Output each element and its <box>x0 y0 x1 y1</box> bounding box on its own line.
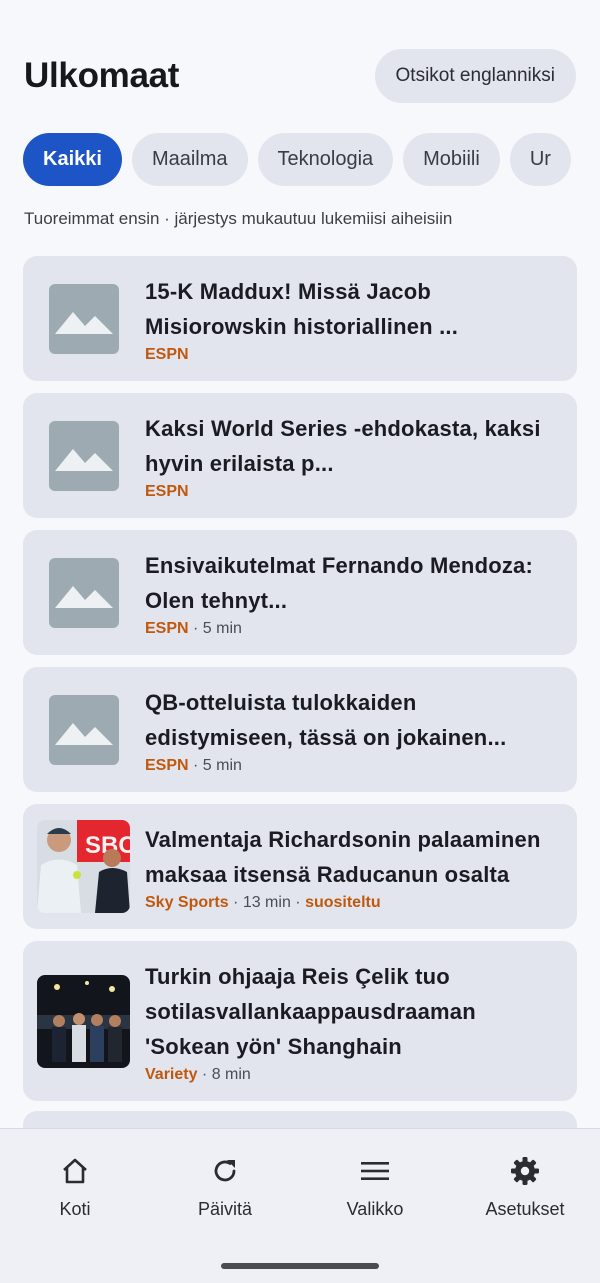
chip-maailma[interactable]: Maailma <box>131 133 248 186</box>
header: Ulkomaat Otsikot englanniksi <box>24 48 576 104</box>
refresh-icon <box>214 1160 236 1182</box>
premiere-photo <box>37 974 130 1068</box>
article-source: ESPN <box>145 619 189 637</box>
chip-kaikki[interactable]: Kaikki <box>23 133 122 186</box>
sort-description: Tuoreimmat ensin · järjestys mukautuu lu… <box>24 209 453 228</box>
menu-icon <box>361 1162 389 1180</box>
article-card[interactable]: 15-K Maddux! Missä Jacob Misiorowskin hi… <box>23 256 577 381</box>
nav-settings[interactable]: Asetukset <box>450 1129 600 1246</box>
placeholder-image-icon <box>49 557 119 628</box>
english-headlines-button[interactable]: Otsikot englanniksi <box>374 49 576 103</box>
article-card[interactable]: Kaksi World Series -ehdokasta, kaksi hyv… <box>23 393 577 518</box>
article-source: Sky Sports <box>145 893 229 911</box>
category-chips: Kaikki Maailma Teknologia Mobiili Ur <box>23 133 577 187</box>
article-card[interactable]: Ensivaikutelmat Fernando Mendoza: Olen t… <box>23 530 577 655</box>
bottom-navigation: Koti Päivitä Valikko Asetukset <box>0 1128 600 1246</box>
article-time: 5 min <box>202 756 242 774</box>
article-time: 8 min <box>211 1065 251 1083</box>
home-icon <box>63 1158 87 1184</box>
article-card[interactable]: SBC Valmentaja Richardsonin palaaminen m… <box>23 804 577 929</box>
tennis-photo: SBC <box>37 820 130 913</box>
article-title: QB-otteluista tulokkaiden edistymiseen, … <box>145 689 507 750</box>
article-card[interactable]: Turkin ohjaaja Reis Çelik tuo sotilasval… <box>23 941 577 1101</box>
nav-label: Päivitä <box>197 1199 253 1219</box>
article-title: 15-K Maddux! Missä Jacob Misiorowskin hi… <box>145 278 459 339</box>
article-card[interactable]: QB-otteluista tulokkaiden edistymiseen, … <box>23 667 577 792</box>
chip-ur[interactable]: Ur <box>509 133 571 186</box>
article-source: ESPN <box>145 756 189 774</box>
article-time: 5 min <box>202 619 242 637</box>
nav-label: Valikko <box>346 1199 404 1219</box>
article-title: Ensivaikutelmat Fernando Mendoza: Olen t… <box>145 552 534 613</box>
article-title: Kaksi World Series -ehdokasta, kaksi hyv… <box>145 415 541 476</box>
article-title: Turkin ohjaaja Reis Çelik tuo sotilasval… <box>145 963 476 1059</box>
system-gesture-area <box>0 1246 600 1283</box>
article-list: 15-K Maddux! Missä Jacob Misiorowskin hi… <box>23 256 577 1113</box>
nav-label: Koti <box>59 1199 91 1219</box>
article-source: ESPN <box>145 482 189 500</box>
placeholder-image-icon <box>49 694 119 765</box>
placeholder-image-icon <box>49 420 119 491</box>
nav-label: Asetukset <box>485 1199 565 1219</box>
article-source: Variety <box>145 1065 198 1083</box>
settings-icon <box>511 1157 539 1185</box>
placeholder-image-icon <box>49 283 119 354</box>
article-source: ESPN <box>145 345 189 363</box>
chip-mobiili[interactable]: Mobiili <box>403 133 500 186</box>
article-title: Valmentaja Richardsonin palaaminen maksa… <box>145 826 541 887</box>
nav-menu[interactable]: Valikko <box>300 1129 450 1246</box>
article-time: 13 min <box>242 893 291 911</box>
gesture-handle[interactable] <box>221 1263 379 1269</box>
nav-home[interactable]: Koti <box>0 1129 150 1246</box>
page-title: Ulkomaat <box>24 56 180 95</box>
recommended-tag: suositeltu <box>305 893 381 911</box>
chip-teknologia[interactable]: Teknologia <box>257 133 394 186</box>
nav-refresh[interactable]: Päivitä <box>150 1129 300 1246</box>
